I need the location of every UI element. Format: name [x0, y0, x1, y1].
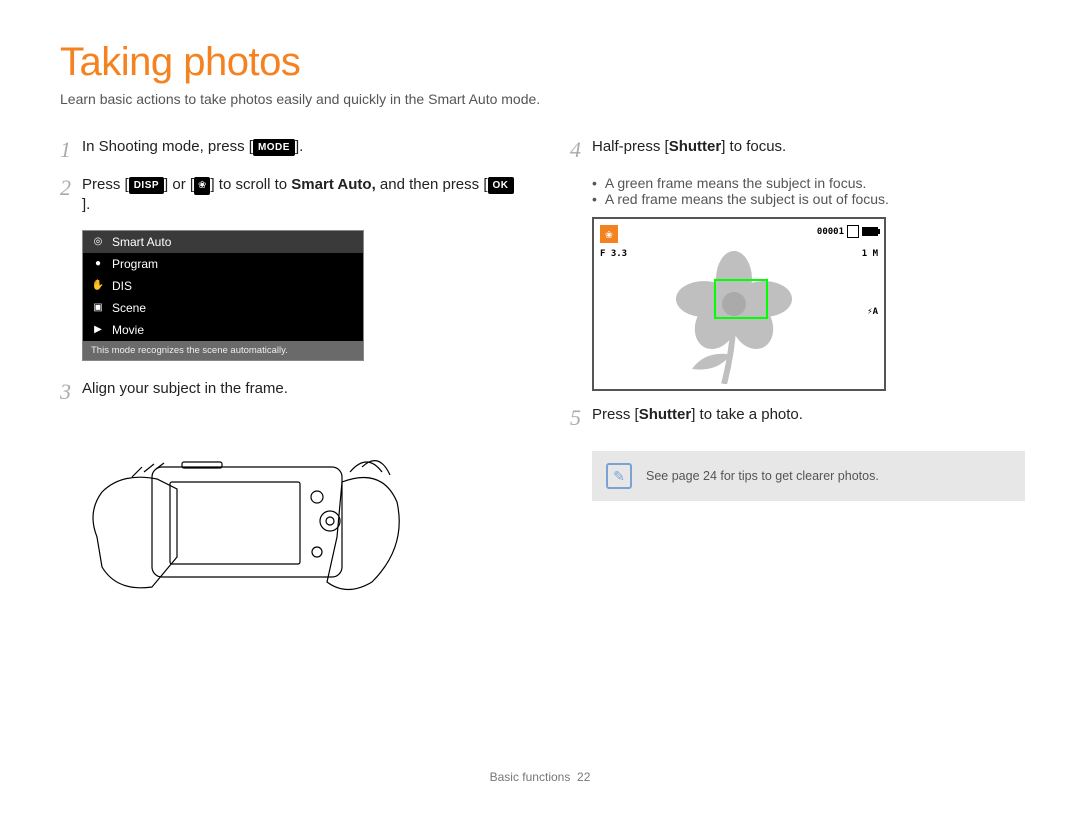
card-icon [847, 225, 859, 238]
step-text: Align your subject in the frame. [82, 379, 515, 399]
step-text: Press [ [592, 406, 639, 423]
focus-notes: A green frame means the subject in focus… [592, 175, 1025, 207]
counter-value: 00001 [817, 227, 844, 237]
step-text: ] to scroll to [210, 176, 291, 193]
left-column: 1 In Shooting mode, press [MODE]. 2 Pres… [60, 137, 515, 617]
step-text: ]. [82, 196, 90, 213]
menu-item-icon: ◎ [91, 236, 105, 247]
menu-item-icon: ✋ [91, 280, 105, 291]
menu-item-label: Scene [112, 301, 146, 315]
camera-illustration [82, 417, 402, 617]
menu-item: ● Program [83, 253, 363, 275]
step-number: 3 [60, 379, 82, 403]
menu-item-label: Smart Auto [112, 235, 171, 249]
step-4: 4 Half-press [Shutter] to focus. [570, 137, 1025, 161]
menu-item-label: Program [112, 257, 158, 271]
step-number: 2 [60, 175, 82, 199]
step-text: Half-press [ [592, 138, 669, 155]
shutter-label: Shutter [669, 138, 722, 155]
menu-hint: This mode recognizes the scene automatic… [83, 341, 363, 360]
mode-menu-screenshot: ◎Smart Auto ●Program ✋DIS ▣Scene ▶Movie … [82, 230, 364, 361]
menu-item: ✋ DIS [83, 275, 363, 297]
page-footer: Basic functions 22 [0, 770, 1080, 784]
step-number: 4 [570, 137, 592, 161]
size-indicator: 1 M [862, 249, 878, 259]
macro-icon: ❀ [194, 177, 210, 195]
step-text: and then press [ [376, 176, 488, 193]
step-number: 1 [60, 137, 82, 161]
footer-page: 22 [577, 770, 590, 784]
footer-section: Basic functions [490, 770, 571, 784]
flash-indicator: ⚡A [867, 307, 878, 317]
smart-auto-label: Smart Auto, [291, 176, 375, 193]
step-1: 1 In Shooting mode, press [MODE]. [60, 137, 515, 161]
menu-item: ◎ Smart Auto [83, 231, 363, 253]
bullet-item: A green frame means the subject in focus… [592, 175, 1025, 191]
disp-button-label: DISP [129, 177, 164, 194]
bullet-item: A red frame means the subject is out of … [592, 191, 1025, 207]
step-text: ] to take a photo. [691, 406, 803, 423]
step-text: ]. [295, 138, 303, 155]
step-text: ] or [ [164, 176, 194, 193]
macro-indicator-icon: ❀ [600, 225, 618, 243]
menu-item-label: Movie [112, 323, 144, 337]
battery-icon [862, 227, 878, 236]
menu-item-icon: ▣ [91, 302, 105, 313]
right-column: 4 Half-press [Shutter] to focus. A green… [570, 137, 1025, 617]
shot-counter: 00001 [817, 225, 878, 238]
menu-item-icon: ▶ [91, 324, 105, 335]
intro-text: Learn basic actions to take photos easil… [60, 91, 1025, 107]
step-number: 5 [570, 405, 592, 429]
step-3: 3 Align your subject in the frame. [60, 379, 515, 403]
tip-text: See page 24 for tips to get clearer phot… [646, 469, 879, 483]
info-icon: ✎ [606, 463, 632, 489]
step-text: In Shooting mode, press [ [82, 138, 253, 155]
menu-item: ▶ Movie [83, 319, 363, 341]
aperture-indicator: F 3.3 [600, 249, 627, 259]
step-2: 2 Press [DISP] or [❀] to scroll to Smart… [60, 175, 515, 216]
tip-box: ✎ See page 24 for tips to get clearer ph… [592, 451, 1025, 501]
step-text: ] to focus. [721, 138, 786, 155]
menu-item: ▣ Scene [83, 297, 363, 319]
menu-item-icon: ● [91, 258, 105, 269]
step-5: 5 Press [Shutter] to take a photo. [570, 405, 1025, 429]
step-text: Press [ [82, 176, 129, 193]
focus-frame [714, 279, 768, 319]
page-title: Taking photos [60, 40, 1025, 85]
ok-button-label: OK [488, 177, 514, 194]
shutter-label: Shutter [639, 406, 692, 423]
focus-preview: ❀ F 3.3 00001 1 M ⚡A [592, 217, 886, 391]
mode-button-label: MODE [253, 139, 295, 156]
menu-item-label: DIS [112, 279, 132, 293]
